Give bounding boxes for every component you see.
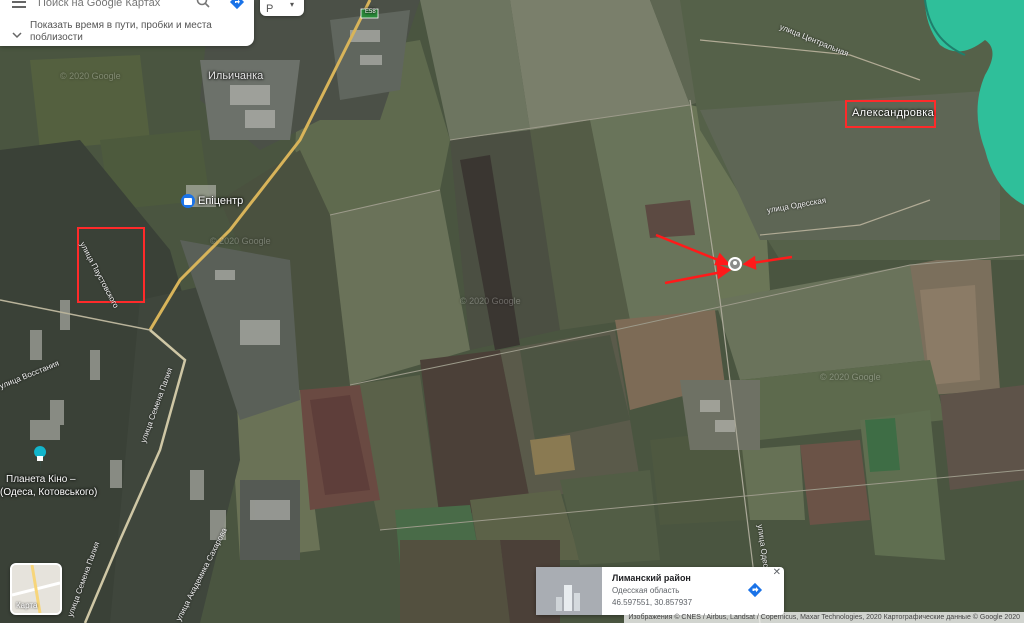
shopping-bag-icon[interactable] [181, 194, 195, 208]
info-card-coords: 46.597551, 30.857937 [612, 598, 693, 607]
search-input[interactable] [36, 0, 200, 14]
watermark: © 2020 Google [820, 372, 881, 382]
place-thumbnail[interactable] [536, 567, 602, 615]
layers-label: Р [266, 3, 274, 15]
directions-icon[interactable] [746, 581, 764, 604]
place-label-ilichanka[interactable]: Ильичанка [208, 70, 263, 82]
attribution-text: Изображения © CNES / Airbus, Landsat / C… [624, 612, 1024, 623]
close-icon[interactable]: ✕ [773, 567, 781, 579]
map-type-button[interactable]: Карта [10, 563, 62, 615]
map-type-label: Карта [16, 601, 38, 610]
place-label-planeta-kino[interactable]: Планета Кіно – [6, 474, 76, 485]
traffic-text[interactable]: Показать время в пути, пробки и места по… [30, 20, 245, 44]
search-icon[interactable] [196, 0, 210, 13]
chevron-down-icon[interactable] [12, 26, 22, 44]
place-label-epicentr[interactable]: Епіцентр [198, 195, 243, 207]
watermark: © 2020 Google [460, 296, 521, 306]
place-label-aleksandrovka[interactable]: Александровка [852, 107, 934, 119]
caret-down-icon: ▾ [290, 0, 295, 9]
place-label-planeta-kino-2[interactable]: (Одеса, Котовського) [0, 487, 97, 498]
satellite-map[interactable] [0, 0, 1024, 623]
menu-icon[interactable] [12, 0, 26, 8]
info-card-title: Лиманский район [612, 573, 691, 583]
highway-label: E58 [365, 9, 376, 15]
search-panel: Показать время в пути, пробки и места по… [0, 0, 254, 46]
watermark: © 2020 Google [210, 236, 271, 246]
location-pin-icon[interactable] [728, 257, 742, 271]
location-info-card[interactable]: Лиманский район Одесская область 46.5975… [536, 567, 784, 615]
info-card-subtitle: Одесская область [612, 586, 680, 595]
watermark: © 2020 Google [60, 71, 121, 81]
layers-button[interactable]: Р ▾ [260, 0, 304, 16]
directions-icon[interactable] [229, 0, 245, 15]
